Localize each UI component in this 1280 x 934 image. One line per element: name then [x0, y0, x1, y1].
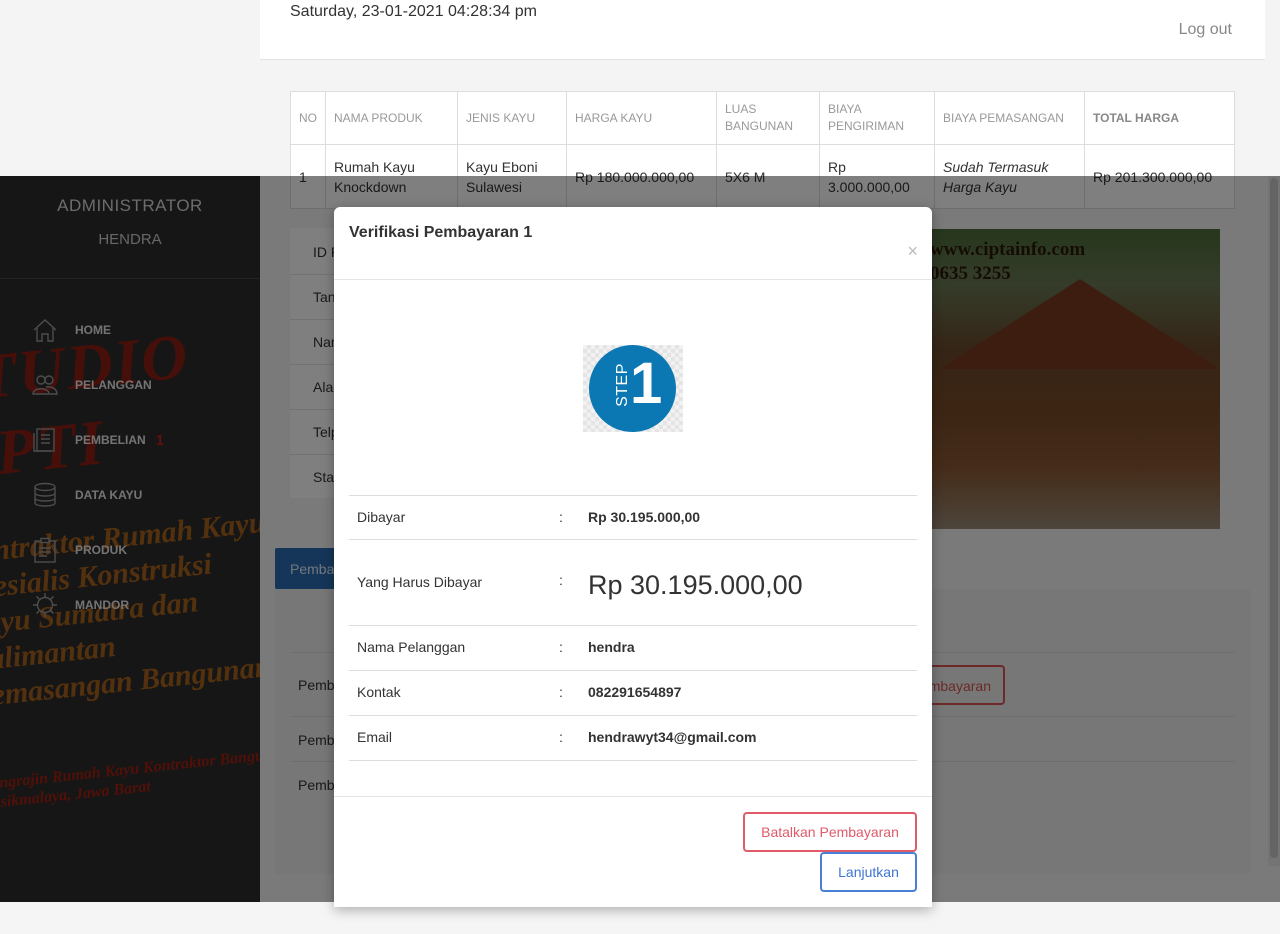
table-row: Kontak : 082291654897: [349, 671, 917, 716]
amount-due: Rp 30.195.000,00: [588, 570, 803, 600]
customer-name: hendra: [588, 639, 635, 655]
row-label: Yang Harus Dibayar: [357, 574, 483, 590]
customer-contact: 082291654897: [588, 684, 682, 700]
top-header: Saturday, 23-01-2021 04:28:34 pm Log out: [260, 0, 1265, 60]
row-colon: :: [559, 639, 563, 655]
row-colon: :: [559, 572, 563, 588]
row-colon: :: [559, 729, 563, 745]
col-header-biaya-pengiriman: BIAYA PENGIRIMAN: [819, 91, 935, 145]
table-row: Dibayar : Rp 30.195.000,00: [349, 495, 917, 540]
table-row: Nama Pelanggan : hendra: [349, 626, 917, 671]
continue-button[interactable]: Lanjutkan: [820, 852, 917, 892]
col-header-nama-produk: NAMA PRODUK: [325, 91, 458, 145]
orders-table-header-row: NO NAMA PRODUK JENIS KAYU HARGA KAYU LUA…: [290, 91, 1235, 145]
customer-email: hendrawyt34@gmail.com: [588, 729, 757, 745]
col-header-biaya-pemasangan: BIAYA PEMASANGAN: [934, 91, 1085, 145]
table-row: Email : hendrawyt34@gmail.com: [349, 716, 917, 761]
col-header-total-harga: TOTAL HARGA: [1084, 91, 1235, 145]
row-colon: :: [559, 509, 563, 525]
row-colon: :: [559, 684, 563, 700]
modal-title: Verifikasi Pembayaran 1: [349, 224, 533, 241]
col-header-luas-bangunan: LUAS BANGUNAN: [716, 91, 820, 145]
row-label: Dibayar: [357, 509, 406, 525]
step-badge-image: STEP 1: [583, 345, 683, 432]
step-circle-icon: STEP 1: [589, 345, 676, 432]
table-row: Yang Harus Dibayar : Rp 30.195.000,00: [349, 540, 917, 626]
logout-link[interactable]: Log out: [1179, 21, 1232, 39]
row-label: Nama Pelanggan: [357, 639, 466, 655]
modal-footer-divider: [334, 796, 932, 797]
cancel-payment-button[interactable]: Batalkan Pembayaran: [743, 812, 917, 852]
row-label: Email: [357, 729, 393, 745]
row-label: Kontak: [357, 684, 401, 700]
col-header-harga-kayu: HARGA KAYU: [566, 91, 717, 145]
step-number: 1: [630, 351, 663, 416]
current-datetime: Saturday, 23-01-2021 04:28:34 pm: [290, 3, 537, 20]
col-header-no: NO: [290, 91, 326, 145]
modal-header-divider: [334, 279, 932, 280]
col-header-jenis-kayu: JENIS KAYU: [457, 91, 567, 145]
payment-verification-modal: Verifikasi Pembayaran 1 × STEP 1 Dibayar…: [334, 207, 932, 907]
payment-info-table: Dibayar : Rp 30.195.000,00 Yang Harus Di…: [349, 495, 917, 761]
paid-amount: Rp 30.195.000,00: [588, 509, 701, 525]
close-icon[interactable]: ×: [907, 242, 918, 260]
